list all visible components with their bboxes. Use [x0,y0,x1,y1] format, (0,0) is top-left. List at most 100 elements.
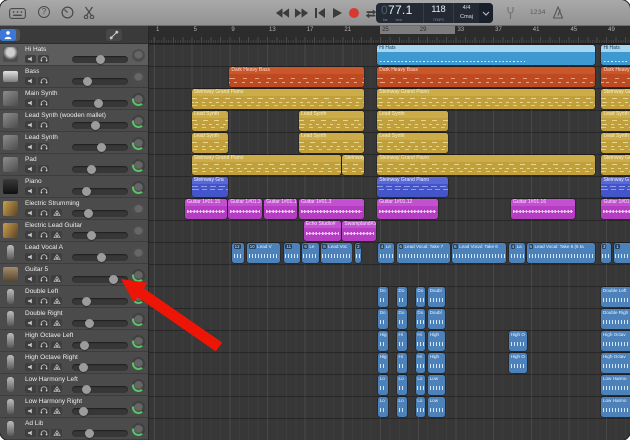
metronome-icon[interactable] [552,6,564,19]
pan-knob[interactable] [132,335,145,348]
headphones-button[interactable] [38,385,49,393]
region-la[interactable]: 4 La [509,243,526,263]
region-guitar-1-01-3[interactable]: Guitar 1#01.3 [228,199,263,219]
region-2[interactable]: 2 [354,243,362,263]
region-hi[interactable]: Hi [415,353,426,373]
region-dark-heavy-bass[interactable]: Dark Heavy Bass [377,67,595,87]
track-header-lead-vocal-a[interactable]: Lead Vocal A [0,242,148,264]
tuning-fork-icon[interactable] [506,6,515,20]
pan-knob[interactable] [132,401,145,414]
volume-slider[interactable] [72,253,128,262]
mute-button[interactable] [25,99,36,107]
volume-slider-handle[interactable] [78,407,88,416]
track-header-high-octave-left[interactable]: High Octave Left [0,330,148,352]
headphones-button[interactable] [38,319,49,327]
volume-slider-handle[interactable] [82,385,92,394]
count-in-button[interactable]: 1234 [530,9,546,16]
volume-slider-handle[interactable] [86,231,96,240]
pan-knob[interactable] [132,247,145,260]
region-lead-synth[interactable]: Lead Synth [601,133,630,153]
track-header-low-harmony-left[interactable]: Low Harmony Left [0,374,148,396]
track-header-bass[interactable]: Bass [0,66,148,88]
volume-slider[interactable] [72,209,128,218]
pan-knob[interactable] [132,423,145,436]
volume-slider-handle[interactable] [82,297,92,306]
volume-slider-handle[interactable] [95,55,105,64]
region-guitar-1-01-1[interactable]: Guitar 1#01.1 [264,199,298,219]
track-header-hi-hats[interactable]: Hi Hats [0,44,148,66]
input-monitoring-button[interactable] [51,209,62,217]
volume-slider-handle[interactable] [108,275,118,284]
region-guitar-1-01-3[interactable]: Guitar 1#01.3 [299,199,365,219]
headphones-button[interactable] [38,55,49,63]
pan-knob[interactable] [132,137,145,150]
pan-knob[interactable] [132,379,145,392]
region-high[interactable]: High [428,331,446,351]
lcd-display[interactable]: 077.1 bar beat 118 TEMPO 4/4 Cmaj [376,3,493,23]
region-lo[interactable]: Lo [378,375,388,395]
region-lead-vocal-take-7[interactable]: 6 Lead Vocal: Take 7 [397,243,450,263]
track-header-lead-synth[interactable]: Lead Synth [0,132,148,154]
track-header-high-octave-right[interactable]: High Octave Right [0,352,148,374]
region-double-righ[interactable]: Double Righ [601,309,630,329]
smart-controls-icon[interactable] [61,6,74,19]
patch-cable-button[interactable] [106,29,122,41]
headphones-button[interactable] [38,297,49,305]
track-header-pad[interactable]: Pad [0,154,148,176]
headphones-button[interactable] [38,253,49,261]
input-monitoring-button[interactable] [51,319,62,327]
region-do[interactable]: Do [415,287,426,307]
quick-help-icon[interactable]: ? [38,6,50,18]
region-lead-synth[interactable]: Lead Synth [601,111,630,131]
lcd-tempo[interactable]: 118 TEMPO [423,3,453,23]
headphones-button[interactable] [38,407,49,415]
headphones-button[interactable] [38,363,49,371]
region-hi[interactable]: Hi [397,353,407,373]
region-double-left[interactable]: Double Left [601,287,630,307]
fast-forward-button[interactable] [294,7,309,19]
region-lo[interactable]: Lo [415,397,426,417]
region-lead-synth[interactable]: Lead Synth [191,111,228,131]
input-monitoring-button[interactable] [51,231,62,239]
volume-slider[interactable] [72,121,128,130]
automation-button[interactable] [0,29,16,41]
volume-slider-handle[interactable] [85,319,95,328]
region-guitar-1-01-12[interactable]: Guitar 1#01.12 [377,199,438,219]
region-1[interactable]: 1 [613,243,630,263]
region-do[interactable]: Do [378,287,388,307]
headphones-button[interactable] [38,187,49,195]
mute-button[interactable] [25,165,36,173]
region-swampland-3[interactable]: Swampland#3 [342,221,377,241]
track-header-double-right[interactable]: Double Right [0,308,148,330]
region-steinway-grand-piano[interactable]: Steinway Grand Piano [377,155,595,175]
region-do[interactable]: Do [378,309,388,329]
input-monitoring-button[interactable] [51,363,62,371]
region-lead-synth[interactable]: Lead Synth [377,111,449,131]
volume-slider[interactable] [72,165,128,174]
region-hi[interactable]: Hi [397,331,407,351]
lanes[interactable]: Hi Hats Hi Hats Dark Heavy Bass Dark Heavy … [149,44,630,440]
mute-button[interactable] [25,55,36,63]
region-hig[interactable]: Hig [378,331,388,351]
region-low[interactable]: Low [428,375,446,395]
track-header-lead-synth-wooden-mallet[interactable]: Lead Synth (wooden mallet) [0,110,148,132]
region-low-harmo[interactable]: Low Harmo [601,375,630,395]
region-3[interactable]: 3 [600,243,611,263]
headphones-button[interactable] [38,165,49,173]
region-12[interactable]: 12 [232,243,244,263]
region-lead-synth[interactable]: Lead Synth [377,133,449,153]
mute-button[interactable] [25,385,36,393]
region-le[interactable]: 4 Le [378,243,395,263]
mute-button[interactable] [25,77,36,85]
rewind-button[interactable] [275,7,290,19]
mute-button[interactable] [25,275,36,283]
input-monitoring-button[interactable] [51,275,62,283]
region-lead-vocal-take-6-6-ta[interactable]: 6 Lead Vocal: Take 6 (6 ta [527,243,595,263]
mute-button[interactable] [25,121,36,129]
track-header-electric-lead-guitar[interactable]: Electric Lead Guitar [0,220,148,242]
volume-slider-handle[interactable] [84,209,94,218]
mute-button[interactable] [25,363,36,371]
region-lead-v[interactable]: 10 Lead V [247,243,281,263]
region-high-octav[interactable]: High Octav [601,353,630,373]
volume-slider-handle[interactable] [79,341,89,350]
